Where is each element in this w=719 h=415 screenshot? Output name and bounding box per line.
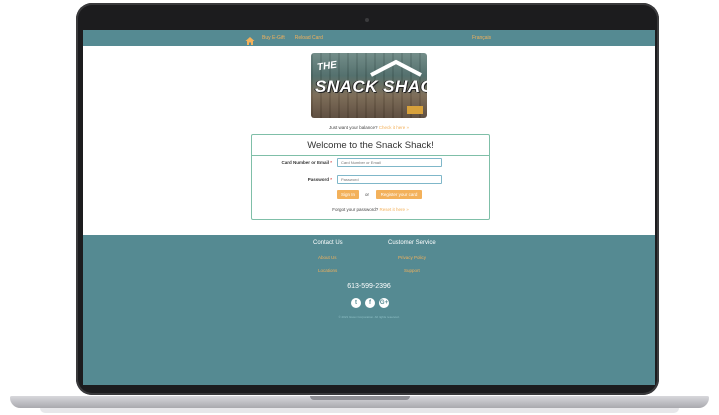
forgot-password-prompt: Forgot your password?: [332, 207, 379, 212]
laptop-notch: [310, 396, 410, 400]
locations-link[interactable]: Locations: [318, 268, 337, 273]
login-title: Welcome to the Snack Shack!: [307, 140, 434, 151]
balance-prompt: Just want your balance?: [328, 125, 378, 130]
laptop-base: [10, 396, 709, 408]
register-card-button[interactable]: Register your card: [376, 190, 422, 199]
google-plus-icon[interactable]: G+: [379, 298, 389, 308]
facebook-icon[interactable]: f: [365, 298, 375, 308]
logo-tag-icon: [407, 106, 423, 114]
password-label: Password *: [307, 177, 332, 182]
site-footer: Contact Us Customer Service About Us Pri…: [83, 235, 655, 385]
required-marker: *: [330, 160, 332, 165]
browser-screen: Buy E-Gift Reload Card Français THE SNAC…: [83, 30, 655, 385]
twitter-icon[interactable]: t: [351, 298, 361, 308]
balance-check-line: Just want your balance? Check it here »: [83, 125, 655, 130]
forgot-password-line: Forgot your password? Reset it here »: [252, 207, 489, 212]
nav-links: Buy E-Gift Reload Card: [245, 33, 333, 45]
required-marker: *: [330, 177, 332, 182]
or-text: or: [365, 192, 370, 197]
about-us-link[interactable]: About Us: [318, 255, 337, 260]
panel-divider: [252, 155, 489, 156]
login-panel: Welcome to the Snack Shack! Card Number …: [251, 134, 490, 220]
privacy-policy-link[interactable]: Privacy Policy: [398, 255, 426, 260]
copyright-text: © 2021 Givex Corporation. All rights res…: [338, 315, 400, 319]
home-icon[interactable]: [245, 33, 255, 45]
card-number-input[interactable]: [337, 158, 442, 167]
nav-buy-egift-link[interactable]: Buy E-Gift: [262, 33, 285, 43]
laptop-shadow: [40, 408, 679, 413]
customer-service-heading: Customer Service: [388, 240, 436, 246]
language-toggle-link[interactable]: Français: [472, 33, 491, 43]
logo-name-text: SNACK SHACK: [315, 77, 427, 96]
card-number-label: Card Number or Email *: [281, 160, 332, 165]
top-navigation-bar: Buy E-Gift Reload Card Français: [83, 30, 655, 46]
support-link[interactable]: Support: [404, 268, 420, 273]
contact-us-heading: Contact Us: [313, 240, 343, 246]
roof-icon: [370, 59, 422, 77]
sign-in-button[interactable]: Sign In: [337, 190, 359, 199]
balance-check-link[interactable]: Check it here »: [379, 125, 409, 130]
logo-the-text: THE: [316, 59, 338, 74]
password-input[interactable]: [337, 175, 442, 184]
phone-number: 613-599-2396: [347, 283, 391, 290]
nav-reload-card-link[interactable]: Reload Card: [295, 33, 323, 43]
camera-icon: [365, 18, 369, 22]
reset-password-link[interactable]: Reset it here »: [380, 207, 409, 212]
snack-shack-logo-banner: THE SNACK SHACK: [311, 53, 427, 118]
